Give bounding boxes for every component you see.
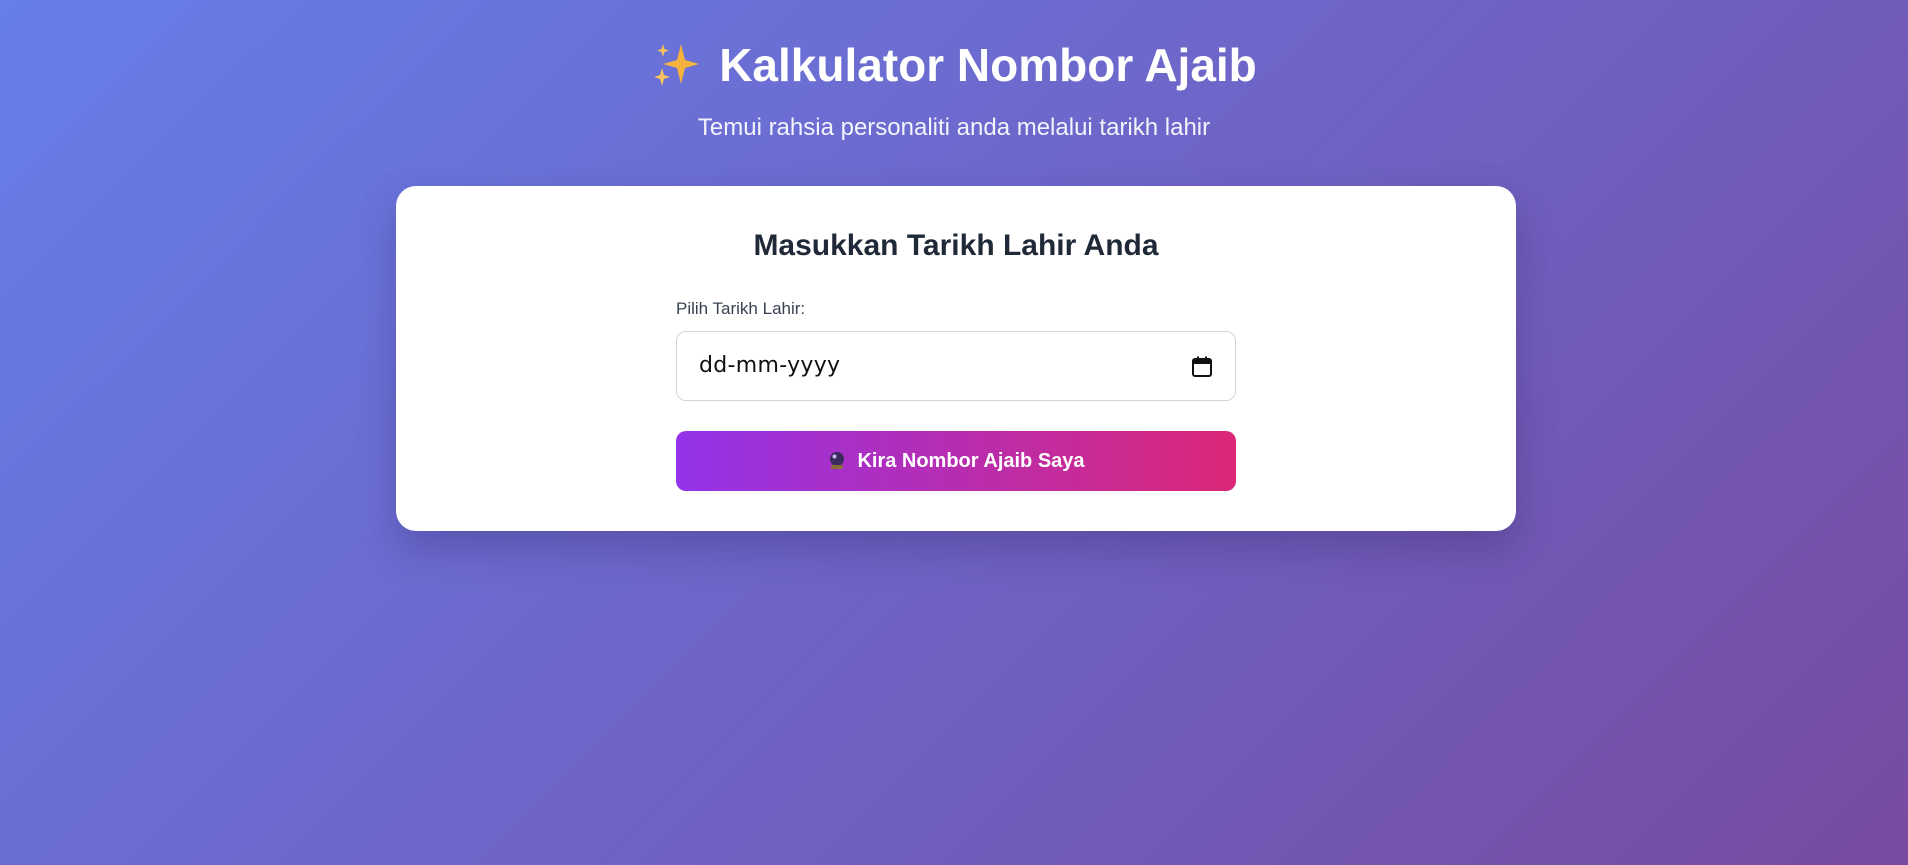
sparkles-icon: [654, 43, 700, 86]
page-subtitle: Temui rahsia personaliti anda melalui ta…: [697, 114, 1211, 141]
birthdate-label: Pilih Tarikh Lahir:: [676, 299, 806, 318]
birthdate-form-card: Masukkan Tarikh Lahir Anda Pilih Tarikh …: [396, 186, 1516, 531]
page-title-text: Kalkulator Nombor Ajaib: [719, 39, 1257, 91]
birthdate-input[interactable]: dd-mm-yyyy: [676, 331, 1236, 401]
card-title: Masukkan Tarikh Lahir Anda: [753, 229, 1159, 262]
crystal-ball-icon: [830, 452, 845, 469]
calculate-button-label: Kira Nombor Ajaib Saya: [857, 449, 1085, 472]
calendar-icon[interactable]: [1191, 356, 1213, 378]
page-title: Kalkulator Nombor Ajaib: [0, 36, 1908, 94]
calculate-button[interactable]: Kira Nombor Ajaib Saya: [676, 431, 1236, 491]
birthdate-placeholder: dd-mm-yyyy: [699, 353, 841, 378]
